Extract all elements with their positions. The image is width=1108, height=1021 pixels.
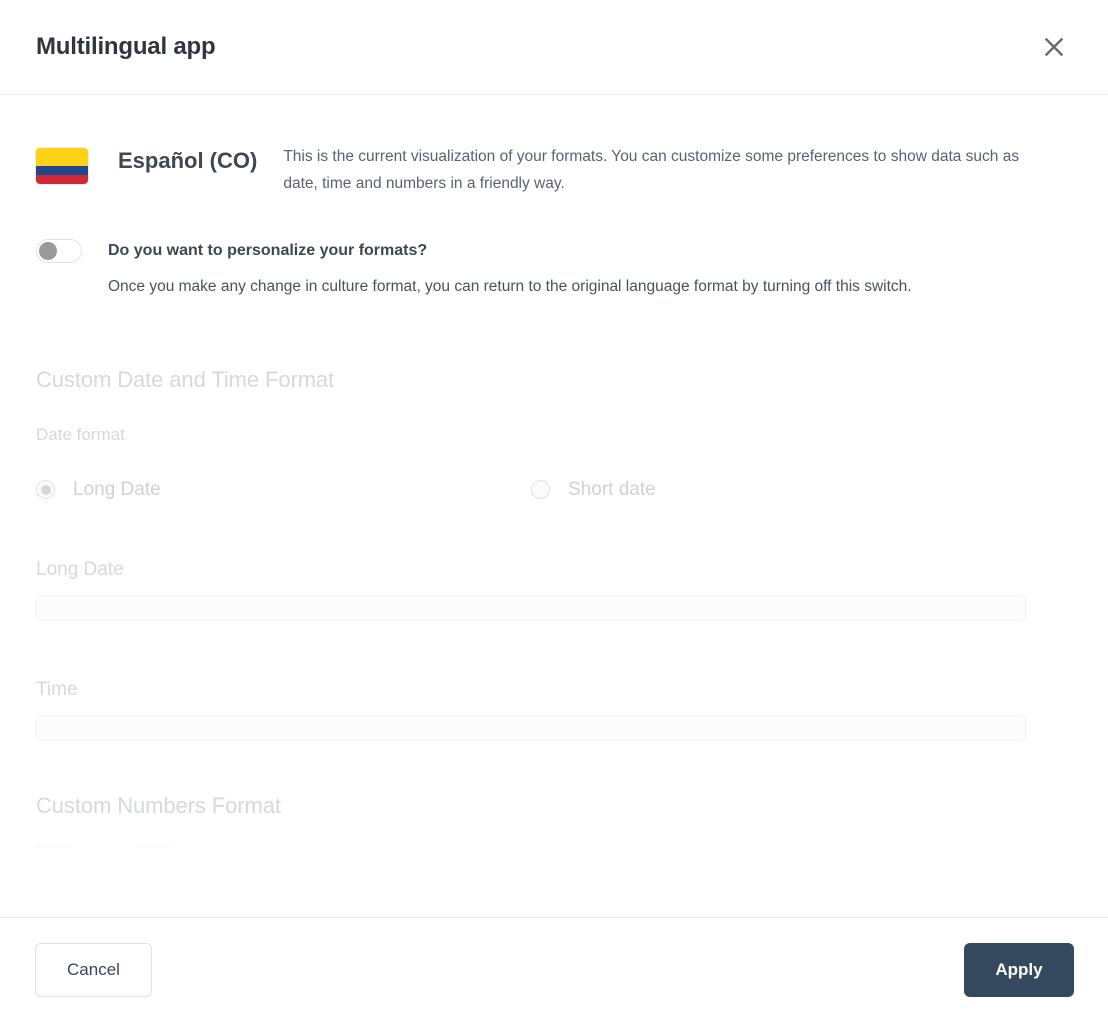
time-input-label: Time (36, 678, 78, 700)
radio-icon-long-date (36, 480, 55, 500)
custom-numbers-title: Custom Numbers Format (36, 792, 281, 818)
personalize-formats-section: Do you want to personalize your formats?… (36, 239, 1072, 301)
modal-body: Español (CO) This is the current visuali… (0, 95, 1108, 917)
flag-stripe-yellow (36, 148, 88, 166)
personalize-toggle-row: Do you want to personalize your formats? (36, 239, 1072, 264)
time-input[interactable] (36, 714, 1026, 741)
flag-stripe-red (36, 175, 88, 184)
clipped-chip (36, 844, 70, 848)
page-title: Multilingual app (36, 33, 216, 60)
cancel-button[interactable]: Cancel (35, 942, 152, 997)
language-description: This is the current visualization of you… (283, 148, 1020, 192)
personalize-toggle-label: Do you want to personalize your formats? (108, 242, 428, 260)
long-date-input[interactable] (36, 594, 1026, 621)
apply-button[interactable]: Apply (964, 942, 1074, 997)
date-format-label: Date format (36, 424, 125, 444)
modal-footer: Cancel Apply (0, 917, 1108, 1021)
long-date-input-label: Long Date (36, 558, 124, 580)
radio-icon-short-date (531, 480, 550, 500)
radio-label-long-date: Long Date (73, 478, 161, 500)
close-button[interactable] (1034, 27, 1074, 67)
close-icon (1043, 36, 1065, 58)
radio-label-short-date: Short date (568, 478, 656, 500)
toggle-knob (39, 242, 57, 261)
personalize-toggle-description: Once you make any change in culture form… (108, 278, 912, 296)
radio-option-long-date[interactable]: Long Date (36, 479, 531, 501)
multilingual-app-modal: Multilingual app Español (CO) This is th… (0, 0, 1108, 1021)
flag-colombia-icon (36, 148, 88, 184)
clipped-content-row (36, 844, 1072, 848)
language-summary-row: Español (CO) This is the current visuali… (36, 141, 1072, 197)
clipped-chip (136, 844, 170, 848)
radio-option-short-date[interactable]: Short date (531, 479, 1026, 501)
flag-stripe-blue (36, 166, 88, 175)
personalize-formats-toggle[interactable] (36, 239, 82, 264)
date-format-radio-group: Long Date Short date (36, 479, 1072, 501)
language-name: Español (CO) (118, 148, 258, 173)
modal-header: Multilingual app (0, 0, 1108, 95)
custom-date-time-section: Custom Date and Time Format Date format … (36, 367, 1072, 848)
custom-date-time-title: Custom Date and Time Format (36, 366, 335, 392)
